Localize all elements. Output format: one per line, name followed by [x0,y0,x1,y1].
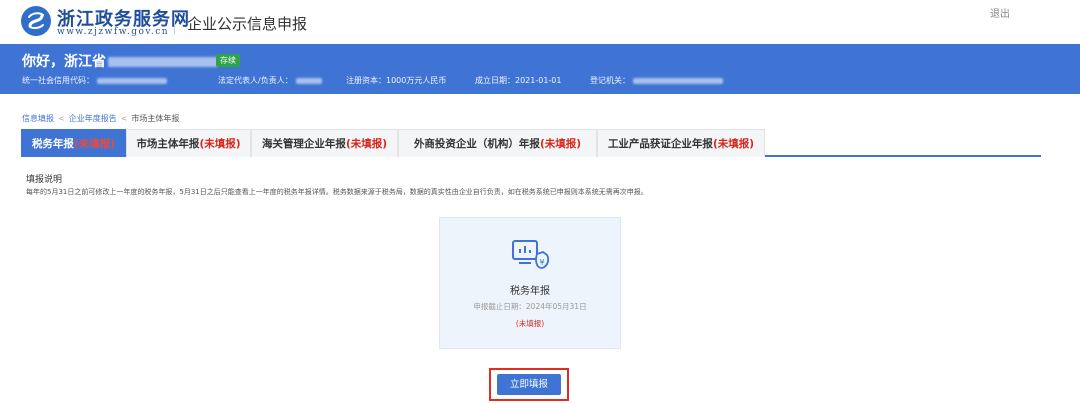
legal-rep: 法定代表人/负责人： [218,75,322,86]
card-deadline: 申报截止日期：2024年05月31日 [473,302,587,311]
status-badge: 存续 [216,54,240,67]
redacted-credit-code [97,77,167,84]
greeting-text: 你好，浙江省 [22,54,106,70]
established-date: 成立日期：2021-01-01 [475,76,562,85]
tab-status: (未填报) [345,138,388,150]
tab-industrial-product-report[interactable]: 工业产品获证企业年报(未填报) [597,129,765,157]
tab-label: 海关管理企业年报 [261,138,346,150]
breadcrumb-separator-icon: < [120,114,128,123]
redacted-company-name [108,57,218,67]
tab-status: (未填报) [73,138,116,150]
breadcrumb-current: 市场主体年报 [131,114,180,123]
instructions-body: 每年的5月31日之前可修改上一年度的税务年报，5月31日之后只能查看上一年度的税… [26,188,648,196]
tax-report-icon: ¥ [511,238,551,272]
tab-label: 市场主体年报 [136,138,200,150]
tab-market-entity-report[interactable]: 市场主体年报(未填报) [126,129,251,157]
breadcrumb-info-fill[interactable]: 信息填报 [22,114,54,123]
redacted-authority [633,77,723,84]
authority-label: 登记机关： [590,76,630,85]
zjzwfw-logo-icon[interactable] [21,6,51,36]
tab-label: 工业产品获证企业年报 [607,138,713,150]
tab-tax-report[interactable]: 税务年报(未填报) [21,129,126,157]
tab-status: (未填报) [712,138,755,150]
credit-code: 统一社会信用代码： [22,75,167,86]
instructions-title: 填报说明 [26,175,63,185]
legal-rep-label: 法定代表人/负责人： [218,76,293,85]
breadcrumb: 信息填报 < 企业年度报告 < 市场主体年报 [22,113,179,124]
logout-link[interactable]: 退出 [990,5,1010,20]
registered-capital: 注册资本：1000万元人民币 [346,76,447,85]
tab-status: (未填报) [199,138,241,150]
card-title: 税务年报 [510,286,550,297]
breadcrumb-separator-icon: < [58,114,65,123]
fill-now-button[interactable]: 立即填报 [497,374,561,395]
header-divider [174,12,175,34]
site-url: www.zjzwfw.gov.cn [57,27,170,37]
tab-label: 外商投资企业（机构）年报 [413,138,540,150]
registration-authority: 登记机关： [590,75,723,86]
credit-code-label: 统一社会信用代码： [22,76,94,85]
breadcrumb-annual-report[interactable]: 企业年度报告 [69,114,117,123]
greeting: 你好，浙江省 [22,51,218,71]
top-header: 浙江政务服务网 www.zjzwfw.gov.cn 企业公示信息申报 退出 [0,0,1080,44]
card-status: (未填报) [515,319,545,328]
tab-foreign-investment-report[interactable]: 外商投资企业（机构）年报(未填报) [398,129,597,157]
tab-label: 税务年报 [31,138,74,150]
svg-text:¥: ¥ [539,258,544,267]
report-tabs: 税务年报(未填报) 市场主体年报(未填报) 海关管理企业年报(未填报) 外商投资… [21,129,1041,157]
tab-customs-report[interactable]: 海关管理企业年报(未填报) [251,129,398,157]
enterprise-banner: 你好，浙江省 存续 统一社会信用代码： 法定代表人/负责人： 注册资本：1000… [0,44,1080,94]
redacted-legal-rep [295,77,322,84]
tax-report-card[interactable]: ¥ 税务年报 申报截止日期：2024年05月31日 (未填报) [439,217,621,349]
page-title: 企业公示信息申报 [187,15,308,33]
tab-status: (未填报) [539,138,582,150]
